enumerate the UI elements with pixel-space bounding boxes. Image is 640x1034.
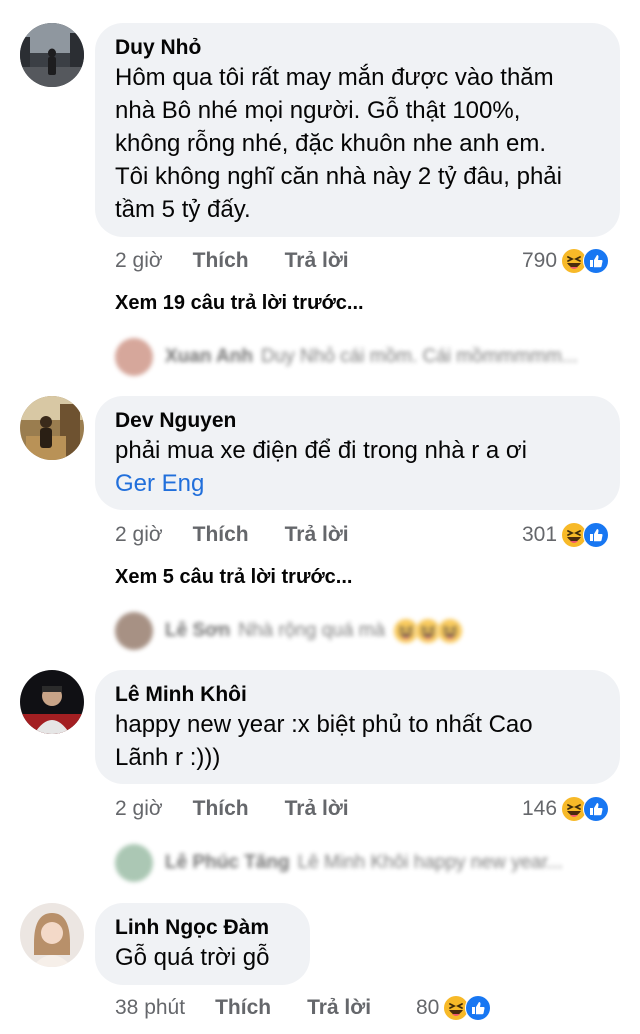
like-button[interactable]: Thích [215,996,271,1020]
reaction-count: 80 [416,996,440,1019]
comment-text-line: không rỗng nhé, đặc khuôn nhe anh em. [115,130,546,157]
avatar-duy-nho[interactable] [20,23,84,87]
like-button[interactable]: Thích [193,797,249,821]
reply-avatar [115,844,153,882]
comment-text-line: phải mua xe điện để đi trong nhà r a ơi [115,437,527,464]
comment-text-line: tầm 5 tỷ đấy. [115,196,251,223]
reply-button[interactable]: Trả lời [307,996,371,1020]
view-previous-replies[interactable]: Xem 5 câu trả lời trước... [115,566,352,589]
reply-avatar [115,338,153,376]
avatar-photo [20,23,84,87]
view-previous-replies[interactable]: Xem 19 câu trả lời trước... [115,292,364,315]
comment-text-line: Hôm qua tôi rất may mắn được vào thăm [115,64,554,91]
comment-time[interactable]: 2 giờ [115,249,163,273]
like-reaction-icon [583,248,609,274]
comment-author[interactable]: Dev Nguyen [115,408,600,434]
comment-actions: 2 giờ Thích Trả lời [115,520,349,550]
avatar-le-minh-khoi[interactable] [20,670,84,734]
avatar-dev-nguyen[interactable] [20,396,84,460]
reaction-count: 790 [522,249,558,272]
comment-author[interactable]: Duy Nhỏ [115,35,600,61]
comment-author[interactable]: Linh Ngọc Đàm [115,915,290,941]
like-reaction-icon [583,522,609,548]
avatar-photo [20,903,84,967]
comment-text-line: Tôi không nghĩ căn nhà này 2 tỷ đâu, phả… [115,163,562,190]
reaction-summary[interactable]: 80 [416,993,491,1023]
comment-time[interactable]: 38 phút [115,996,185,1020]
comment-bubble: Duy Nhỏ Hôm qua tôi rất may mắn được vào… [95,23,620,237]
haha-reaction-icon [437,618,463,644]
reply-avatar [115,612,153,650]
comment-bubble: Dev Nguyen phải mua xe điện để đi trong … [95,396,620,510]
reaction-count: 146 [522,797,558,820]
like-reaction-icon [583,796,609,822]
reaction-summary[interactable]: 790 [522,246,609,276]
reply-button[interactable]: Trả lời [285,523,349,547]
comment-text-line: Lãnh r :))) [115,744,221,771]
comment-text-line: Gỗ quá trời gỗ [115,944,270,971]
reply-text: Nhà rộng quá mà [238,620,386,641]
reply-text: Duy Nhỏ cái mồm. Cái mồmmmmm... [260,346,578,367]
like-button[interactable]: Thích [193,249,249,273]
comment-text-line: nhà Bô nhé mọi người. Gỗ thật 100%, [115,97,521,124]
reply-button[interactable]: Trả lời [285,797,349,821]
comment-actions: 38 phút Thích Trả lời [115,993,371,1023]
comment-actions: 2 giờ Thích Trả lời [115,246,349,276]
reply-author: Xuan Anh [165,346,253,367]
comment-time[interactable]: 2 giờ [115,797,163,821]
reply-preview[interactable]: Lê Sơn Nhà rộng quá mà [115,612,463,650]
avatar-linh-ngoc-dam[interactable] [20,903,84,967]
like-button[interactable]: Thích [193,523,249,547]
comment-actions: 2 giờ Thích Trả lời [115,794,349,824]
like-reaction-icon [465,995,491,1021]
reply-author: Lê Sơn [165,620,231,641]
reaction-summary[interactable]: 146 [522,794,609,824]
comment-bubble: Lê Minh Khôi happy new year :x biệt phủ … [95,670,620,784]
comment-time[interactable]: 2 giờ [115,523,163,547]
reply-author: Lê Phúc Tăng [165,852,290,873]
see-translation-link[interactable]: Ger Eng [115,467,600,500]
reaction-count: 301 [522,523,558,546]
comment-author[interactable]: Lê Minh Khôi [115,682,600,708]
reply-button[interactable]: Trả lời [285,249,349,273]
reply-text: Lê Minh Khôi happy new year... [297,852,563,873]
comment-text-line: happy new year :x biệt phủ to nhất Cao [115,711,533,738]
avatar-photo [20,396,84,460]
reaction-summary[interactable]: 301 [522,520,609,550]
avatar-photo [20,670,84,734]
reply-preview[interactable]: Xuan Anh Duy Nhỏ cái mồm. Cái mồmmmmm... [115,338,578,376]
comment-bubble: Linh Ngọc Đàm Gỗ quá trời gỗ [95,903,310,985]
reply-preview[interactable]: Lê Phúc Tăng Lê Minh Khôi happy new year… [115,844,563,882]
